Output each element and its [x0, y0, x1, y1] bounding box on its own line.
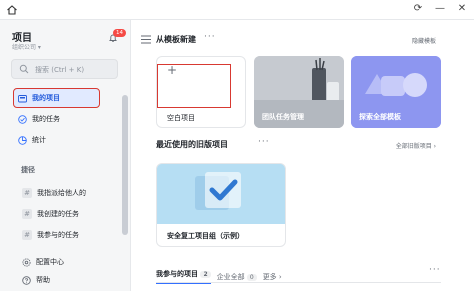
- menu-icon[interactable]: [141, 35, 151, 44]
- sidebar-item-statistics[interactable]: 统计: [14, 131, 99, 149]
- home-icon[interactable]: [6, 4, 18, 16]
- template-label: 空白项目: [167, 114, 195, 122]
- hash-icon: #: [22, 209, 32, 219]
- section-title-recent: 最近使用的旧版项目: [156, 140, 228, 149]
- tab-more[interactable]: 更多 ›: [263, 272, 282, 282]
- sidebar-item-label: 我的项目: [32, 94, 60, 102]
- tab-count: 2: [200, 271, 211, 278]
- sidebar-item-label: 配置中心: [36, 258, 64, 266]
- sidebar-item-label: 帮助: [36, 276, 50, 284]
- shortcut-created-by-me[interactable]: # 我创建的任务: [18, 205, 118, 223]
- more-icon[interactable]: ···: [258, 137, 270, 147]
- section-title-templates: 从模板新建: [156, 35, 196, 44]
- more-icon[interactable]: ···: [204, 32, 216, 42]
- recent-project-card[interactable]: 安全复工项目组（示例）: [156, 163, 286, 247]
- folder-icon: [18, 94, 27, 102]
- search-placeholder: 搜索 (Ctrl + K): [35, 66, 85, 74]
- org-name[interactable]: 组织公司 ▾: [12, 42, 41, 51]
- notification-badge: 14: [113, 29, 126, 37]
- refresh-icon[interactable]: ⟳: [412, 3, 424, 15]
- main-content: 从模板新建 ··· 隐藏模板 + 空白项目 团队任务管理 探索全部模板 最近使用…: [131, 20, 474, 291]
- project-cover: [157, 164, 285, 224]
- help-icon: [22, 275, 31, 285]
- template-card-team-task[interactable]: 团队任务管理: [254, 56, 344, 128]
- tab-enterprise-all[interactable]: 企业全部 0: [217, 272, 257, 282]
- search-icon: [19, 64, 29, 74]
- search-input[interactable]: 搜索 (Ctrl + K): [11, 59, 118, 79]
- sidebar-item-label: 统计: [32, 136, 46, 144]
- all-old-projects-link[interactable]: 全部旧版项目 ›: [396, 141, 436, 150]
- tabs-divider: [156, 282, 441, 283]
- minimize-icon[interactable]: —: [434, 3, 446, 15]
- close-icon[interactable]: ✕: [456, 3, 468, 15]
- shortcut-label: 我指派给他人的: [37, 189, 86, 197]
- highlight-box: [157, 64, 231, 108]
- title-bar: ⟳ — ✕: [0, 0, 474, 20]
- template-label: 团队任务管理: [262, 113, 304, 121]
- sidebar: 项目 组织公司 ▾ 14 搜索 (Ctrl + K) 我的项目 我的任务 统计 …: [0, 20, 131, 291]
- checkmark-icon: [157, 164, 285, 224]
- shortcut-participating[interactable]: # 我参与的任务: [18, 226, 118, 244]
- more-icon[interactable]: ···: [429, 265, 441, 275]
- sidebar-scrollbar[interactable]: [122, 95, 128, 235]
- sidebar-item-config-center[interactable]: 配置中心: [18, 253, 103, 271]
- template-label: 探索全部模板: [359, 113, 401, 121]
- hash-icon: #: [22, 188, 32, 198]
- hash-icon: #: [22, 230, 32, 240]
- shortcut-label: 我参与的任务: [37, 231, 79, 239]
- shortcuts-heading: 捷径: [21, 166, 35, 174]
- shortcut-assigned-by-me[interactable]: # 我指派给他人的: [18, 184, 118, 202]
- sidebar-item-my-tasks[interactable]: 我的任务: [14, 110, 99, 128]
- sidebar-item-my-projects[interactable]: 我的项目: [13, 88, 100, 108]
- check-circle-icon: [18, 114, 27, 124]
- shortcut-label: 我创建的任务: [37, 210, 79, 218]
- hide-templates-link[interactable]: 隐藏模板: [412, 36, 436, 45]
- sidebar-item-help[interactable]: 帮助: [18, 271, 103, 289]
- tab-count: 0: [246, 273, 257, 281]
- template-card-explore-all[interactable]: 探索全部模板: [351, 56, 441, 128]
- sidebar-item-label: 我的任务: [32, 115, 60, 123]
- settings-icon: [22, 257, 31, 267]
- chart-icon: [18, 135, 27, 145]
- project-name: 安全复工项目组（示例）: [167, 232, 244, 240]
